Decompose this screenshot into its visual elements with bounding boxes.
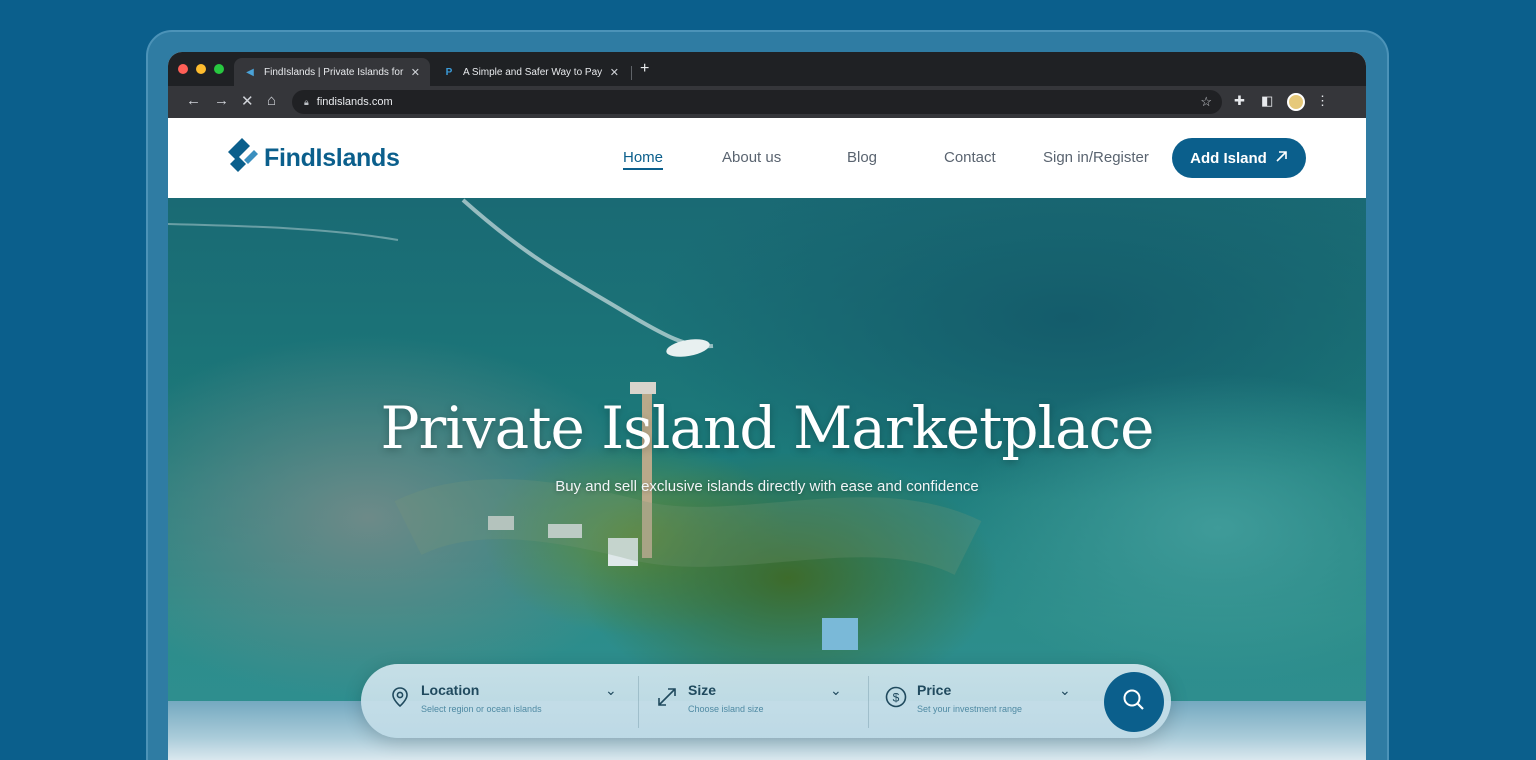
home-icon[interactable]: ⌂ <box>267 92 276 109</box>
search-button[interactable] <box>1104 672 1164 732</box>
search-bar: Location Select region or ocean islands … <box>361 664 1171 738</box>
field-divider <box>638 676 639 728</box>
logo-mark-icon <box>228 138 258 178</box>
size-field[interactable]: Size Choose island size ⌄ <box>656 682 846 722</box>
back-icon[interactable]: ← <box>186 92 201 109</box>
new-tab-icon[interactable]: + <box>640 60 649 78</box>
browser-toolbar: ← → ✕ ⌂ 🔒︎ findislands.com ☆ ✚ ◧ ⋮ <box>168 86 1366 118</box>
window-controls <box>178 64 224 74</box>
close-tab-icon[interactable]: ✕ <box>411 66 420 79</box>
location-label: Location <box>421 682 480 698</box>
more-menu-icon[interactable]: ⋮ <box>1316 93 1329 109</box>
minimize-window-button[interactable] <box>196 64 206 74</box>
address-bar[interactable]: 🔒︎ findislands.com ☆ <box>292 90 1222 114</box>
stop-loading-icon[interactable]: ✕ <box>241 92 254 110</box>
close-tab-icon[interactable]: ✕ <box>610 66 619 79</box>
side-panel-icon[interactable]: ◧ <box>1261 93 1273 109</box>
maximize-window-button[interactable] <box>214 64 224 74</box>
hero-title: Private Island Marketplace <box>380 394 1155 462</box>
svg-text:$: $ <box>893 691 900 705</box>
nav-contact[interactable]: Contact <box>944 149 996 166</box>
field-divider <box>868 676 869 728</box>
url-text: findislands.com <box>316 96 393 108</box>
profile-avatar[interactable] <box>1287 93 1305 111</box>
sign-in-link[interactable]: Sign in/Register <box>1043 149 1149 166</box>
price-field[interactable]: $ Price Set your investment range ⌄ <box>885 682 1075 722</box>
chevron-down-icon: ⌄ <box>830 682 842 698</box>
chevron-down-icon: ⌄ <box>1059 682 1071 698</box>
map-pin-icon <box>389 686 411 708</box>
add-island-label: Add Island <box>1190 149 1267 167</box>
browser-window: ◀ FindIslands | Private Islands for Sale… <box>168 52 1366 760</box>
site-header: FindIslands Home About us Blog Contact S… <box>168 118 1366 198</box>
add-island-button[interactable]: Add Island <box>1172 138 1306 178</box>
dollar-circle-icon: $ <box>885 686 907 708</box>
nav-about-us[interactable]: About us <box>722 149 781 166</box>
tab-bar: ◀ FindIslands | Private Islands for Sale… <box>168 52 1366 86</box>
chevron-down-icon: ⌄ <box>605 682 617 698</box>
hero-subtitle: Buy and sell exclusive islands directly … <box>555 478 979 495</box>
size-hint: Choose island size <box>688 704 764 714</box>
tab-separator <box>631 66 632 80</box>
hero-section: Private Island Marketplace Buy and sell … <box>168 198 1366 760</box>
forward-icon[interactable]: → <box>214 92 229 109</box>
logo-text: FindIslands <box>264 143 400 172</box>
location-hint: Select region or ocean islands <box>421 704 542 714</box>
site-logo[interactable]: FindIslands <box>228 138 400 178</box>
price-hint: Set your investment range <box>917 704 1023 714</box>
expand-arrows-icon <box>656 686 678 708</box>
tab-title: A Simple and Safer Way to Pay <box>463 66 603 78</box>
location-field[interactable]: Location Select region or ocean islands … <box>389 682 621 722</box>
price-label: Price <box>917 682 952 698</box>
tab-paypal[interactable]: P A Simple and Safer Way to Pay ✕ <box>433 58 629 86</box>
lock-icon: 🔒︎ <box>304 96 309 107</box>
nav-home[interactable]: Home <box>623 149 664 170</box>
extensions-icon[interactable]: ✚ <box>1234 93 1245 109</box>
findislands-favicon-icon: ◀ <box>246 66 254 78</box>
nav-blog[interactable]: Blog <box>847 149 877 166</box>
close-window-button[interactable] <box>178 64 188 74</box>
tab-findislands[interactable]: ◀ FindIslands | Private Islands for Sale… <box>234 58 430 86</box>
search-icon <box>1121 687 1147 718</box>
arrow-up-right-icon <box>1275 150 1288 167</box>
size-label: Size <box>688 682 717 698</box>
paypal-favicon-icon: P <box>445 66 453 78</box>
bookmark-star-icon[interactable]: ☆ <box>1200 94 1212 110</box>
tab-title: FindIslands | Private Islands for Sale <box>264 66 405 78</box>
